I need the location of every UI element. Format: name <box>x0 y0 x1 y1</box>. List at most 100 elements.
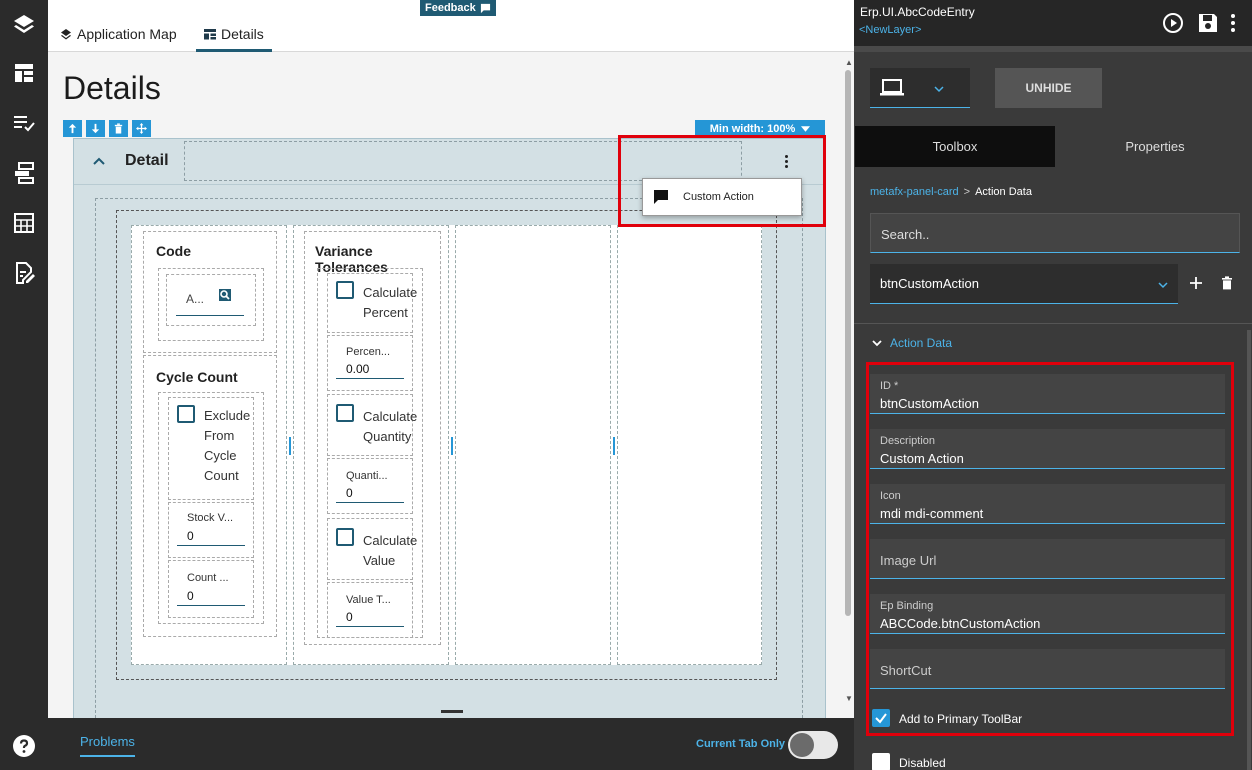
search-input[interactable]: Search.. <box>870 213 1240 253</box>
header-divider <box>854 46 1252 52</box>
current-tab-only-label: Current Tab Only <box>696 738 786 750</box>
calculate-percent-checkbox[interactable] <box>336 281 354 299</box>
layers-icon <box>61 29 71 40</box>
unhide-button[interactable]: UNHIDE <box>995 68 1102 108</box>
drag-element-button[interactable] <box>132 120 151 137</box>
breadcrumb-link[interactable]: metafx-panel-card <box>870 186 959 198</box>
percent-field[interactable] <box>327 335 413 391</box>
field-underline <box>336 502 404 503</box>
flow-icon[interactable] <box>12 161 36 185</box>
tab-toolbox[interactable]: Toolbox <box>855 126 1055 167</box>
delete-action-button[interactable] <box>1220 276 1234 290</box>
tab-label: Application Map <box>77 26 177 42</box>
checkbox-label-line: Calculate <box>363 409 418 424</box>
bottom-panel-resize-handle[interactable] <box>441 710 463 713</box>
help-icon[interactable] <box>12 734 36 758</box>
checkbox-label-line: Calculate <box>363 533 418 548</box>
field-label: Percen... <box>346 346 391 358</box>
exclude-from-cycle-count-checkbox[interactable] <box>177 405 195 423</box>
plus-icon <box>1190 277 1202 289</box>
action-select[interactable]: btnCustomAction <box>870 264 1178 304</box>
min-width-label: Min width: 100% <box>709 123 796 135</box>
page-title: Details <box>63 70 161 106</box>
value-tolerance-field[interactable] <box>327 582 413 638</box>
column-resize-handle[interactable] <box>289 437 291 455</box>
laptop-icon <box>880 79 904 96</box>
current-tab-only-toggle[interactable] <box>788 731 838 759</box>
field-underline <box>336 378 404 379</box>
edit-document-icon[interactable] <box>12 261 36 285</box>
layers-icon[interactable] <box>12 12 36 36</box>
checkbox-label-line: Percent <box>363 305 408 320</box>
calculate-quantity-checkbox[interactable] <box>336 404 354 422</box>
layout-icon[interactable] <box>12 61 36 85</box>
exclude-label-line: Count <box>204 468 239 483</box>
move-icon <box>136 123 147 134</box>
add-action-button[interactable] <box>1189 276 1203 290</box>
breadcrumb-current: Action Data <box>975 186 1032 198</box>
field-value: 0 <box>346 610 353 624</box>
move-down-button[interactable] <box>86 120 105 137</box>
field-underline <box>176 315 244 316</box>
list-check-icon[interactable] <box>12 111 36 135</box>
panel-divider <box>854 323 1252 324</box>
field-label: Value T... <box>346 594 391 606</box>
search-lookup-icon[interactable] <box>218 288 232 302</box>
checkbox-label-line: Value <box>363 553 396 568</box>
top-tab-bar: Feedback Application Map Details <box>48 0 854 52</box>
field-label: Count ... <box>187 572 229 584</box>
field-label: Stock V... <box>187 512 234 524</box>
field-underline <box>336 626 404 627</box>
arrow-down-icon <box>91 123 100 134</box>
variance-tolerances-group: Variance Tolerances Calculate Percent Pe… <box>304 231 441 645</box>
calculate-value-checkbox[interactable] <box>336 528 354 546</box>
field-value: 0 <box>346 486 353 500</box>
action-data-section-toggle[interactable]: Action Data <box>872 336 952 350</box>
delete-element-button[interactable] <box>109 120 128 137</box>
field-underline <box>177 545 245 546</box>
field-value: 0 <box>187 589 194 603</box>
left-rail <box>0 0 48 770</box>
feedback-button[interactable]: Feedback <box>420 0 496 16</box>
quantity-field[interactable] <box>327 458 413 514</box>
tab-problems[interactable]: Problems <box>80 734 135 757</box>
group-title: Cycle Count <box>156 369 238 385</box>
section-title: Action Data <box>890 336 953 350</box>
table-icon[interactable] <box>12 211 36 235</box>
move-up-button[interactable] <box>63 120 82 137</box>
element-toolbar <box>63 120 151 137</box>
breadcrumb: metafx-panel-card > Action Data <box>870 186 1032 198</box>
field-underline <box>177 605 245 606</box>
scroll-down-icon[interactable]: ▼ <box>845 694 853 703</box>
scroll-up-icon[interactable]: ▲ <box>845 58 853 67</box>
checkbox-label-line: Quantity <box>363 429 412 444</box>
disabled-checkbox[interactable] <box>872 753 890 770</box>
save-icon[interactable] <box>1197 12 1219 34</box>
card-title: Detail <box>125 152 169 169</box>
chevron-up-icon[interactable] <box>92 154 106 168</box>
count-field[interactable] <box>168 560 254 618</box>
stock-value-field[interactable] <box>168 502 254 558</box>
tab-properties[interactable]: Properties <box>1055 126 1252 167</box>
device-select[interactable] <box>870 68 970 108</box>
comment-icon <box>480 3 490 13</box>
layer-link[interactable]: <NewLayer> <box>859 24 921 36</box>
app-title: Erp.UI.AbcCodeEntry <box>860 5 975 19</box>
code-field[interactable] <box>166 274 256 326</box>
tab-application-map[interactable]: Application Map <box>52 18 185 52</box>
play-icon[interactable] <box>1162 12 1184 34</box>
trash-icon <box>1222 276 1232 290</box>
panel-scrollbar[interactable] <box>1247 330 1251 770</box>
highlight-box <box>618 135 826 227</box>
column-resize-handle[interactable] <box>451 437 453 455</box>
feedback-label: Feedback <box>425 2 476 14</box>
tab-details[interactable]: Details <box>196 18 272 52</box>
properties-panel: Erp.UI.AbcCodeEntry <NewLayer> UNHIDE To… <box>854 0 1252 770</box>
code-group: Code A... <box>143 231 277 353</box>
trash-icon <box>114 123 123 134</box>
group-title: Code <box>156 243 191 259</box>
column-resize-handle[interactable] <box>613 437 615 455</box>
field-value: 0 <box>187 529 194 543</box>
canvas-scrollbar[interactable] <box>844 66 852 706</box>
more-vert-icon[interactable] <box>1228 12 1238 34</box>
